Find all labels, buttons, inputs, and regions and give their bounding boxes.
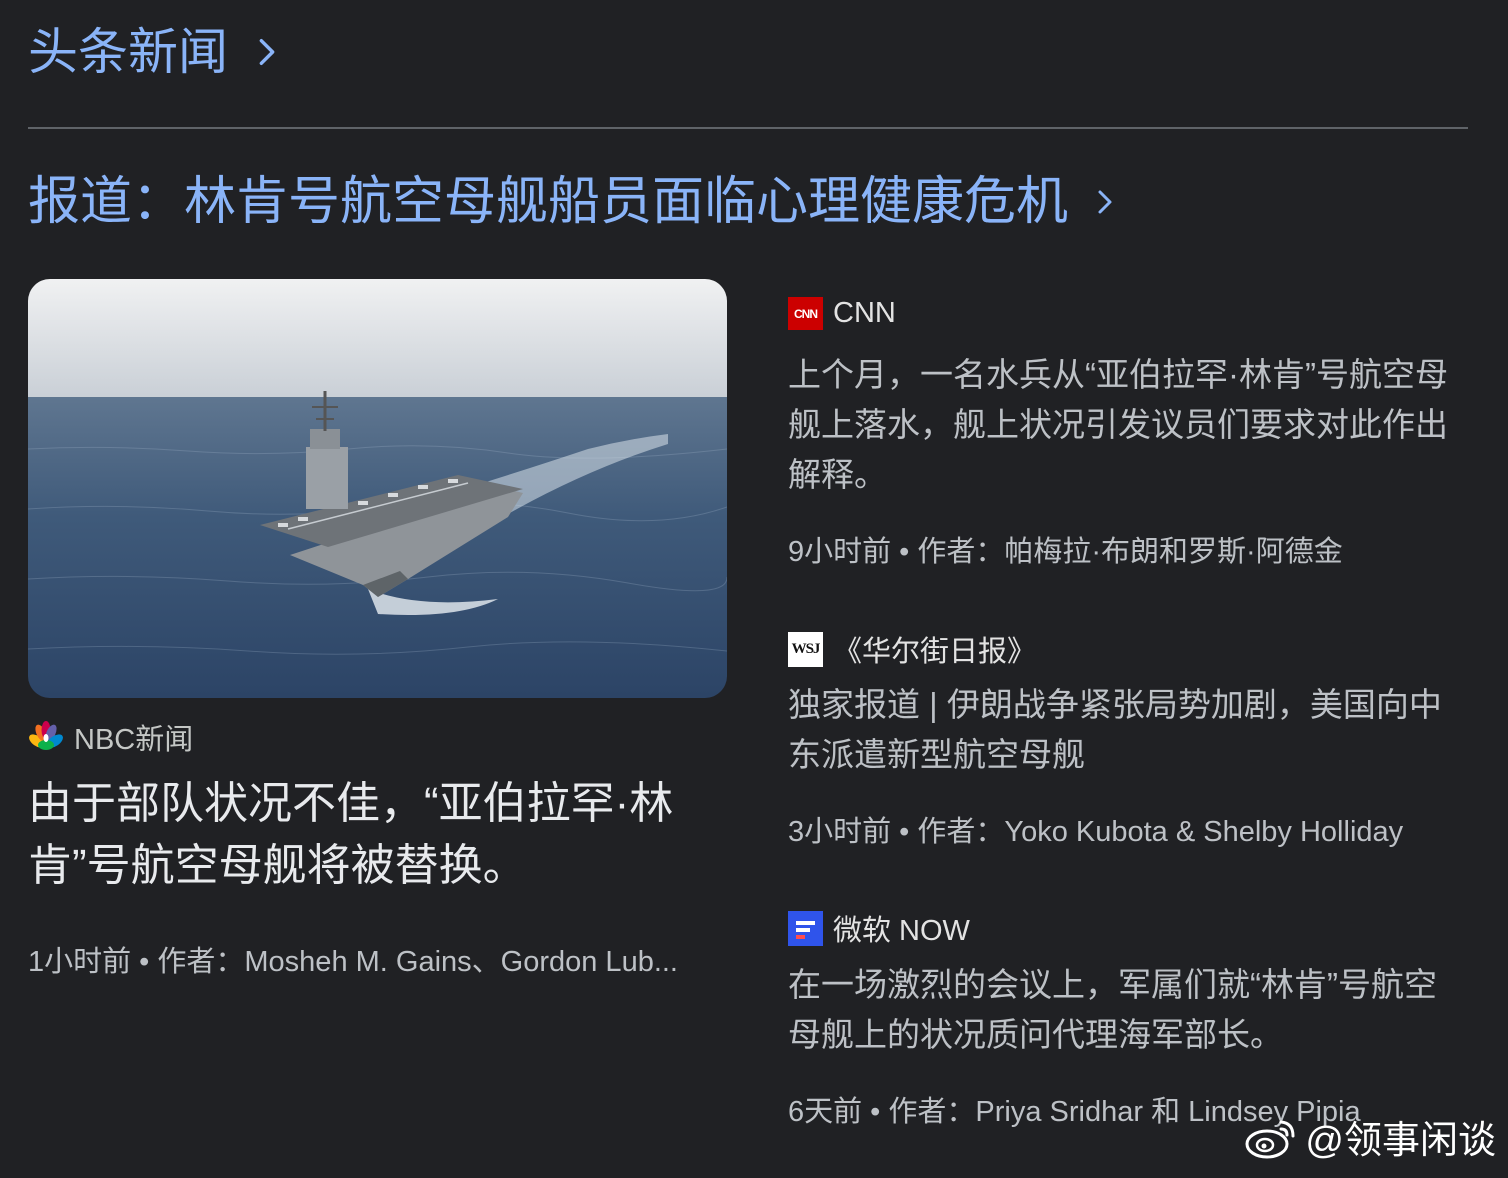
chevron-right-icon [259, 38, 275, 66]
source-name: 微软 NOW [833, 915, 970, 947]
article-headline-msn[interactable]: 在一场激烈的会议上，军属们就“林肯”号航空母舰上的状况质问代理海军部长。 [788, 960, 1468, 1060]
story-cluster-title: 报道：林肯号航空母舰船员面临心理健康危机 [28, 173, 1069, 231]
weibo-icon [1245, 1120, 1295, 1158]
watermark-text: @领事闲谈 [1305, 1120, 1496, 1162]
article-meta-cnn: 9小时前 • 作者：帕梅拉·布朗和罗斯·阿德金 [788, 536, 1343, 568]
weibo-watermark: @领事闲谈 [1243, 1109, 1496, 1164]
main-article-source: NBC新闻 [28, 716, 193, 758]
article-meta-wsj: 3小时前 • 作者：Yoko Kubota & Shelby Holliday [788, 816, 1404, 848]
article-source-msn: 微软 NOW [788, 907, 970, 949]
nbc-peacock-icon [29, 721, 63, 750]
microsoft-now-logo-icon [788, 910, 823, 946]
article-source-cnn: CNN CNN [788, 297, 896, 330]
source-name: CNN [833, 297, 896, 329]
article-headline-cnn[interactable]: 上个月，一名水兵从“亚伯拉罕·林肯”号航空母舰上落水，舰上状况引发议员们要求对此… [788, 350, 1468, 500]
article-headline-wsj[interactable]: 独家报道 | 伊朗战争紧张局势加剧，美国向中东派遣新型航空母舰 [788, 680, 1468, 780]
source-name: 《华尔街日报》 [833, 636, 1037, 668]
main-article-headline[interactable]: 由于部队状况不佳，“亚伯拉罕·林肯”号航空母舰将被替换。 [28, 773, 728, 897]
divider [28, 127, 1468, 129]
top-stories-title: 头条新闻 [28, 24, 228, 80]
article-source-wsj: WSJ 《华尔街日报》 [788, 628, 1036, 670]
story-cluster-title-link[interactable]: 报道：林肯号航空母舰船员面临心理健康危机 [28, 170, 1120, 234]
top-stories-link[interactable]: 头条新闻 [28, 22, 284, 82]
cnn-logo-icon: CNN [788, 297, 823, 330]
source-name: NBC新闻 [74, 724, 194, 756]
aircraft-carrier-photo[interactable] [28, 279, 727, 698]
main-article-meta: 1小时前 • 作者：Mosheh M. Gains、Gordon Lub... [28, 946, 678, 978]
wsj-logo-icon: WSJ [788, 631, 823, 667]
chevron-right-icon [1098, 190, 1112, 214]
